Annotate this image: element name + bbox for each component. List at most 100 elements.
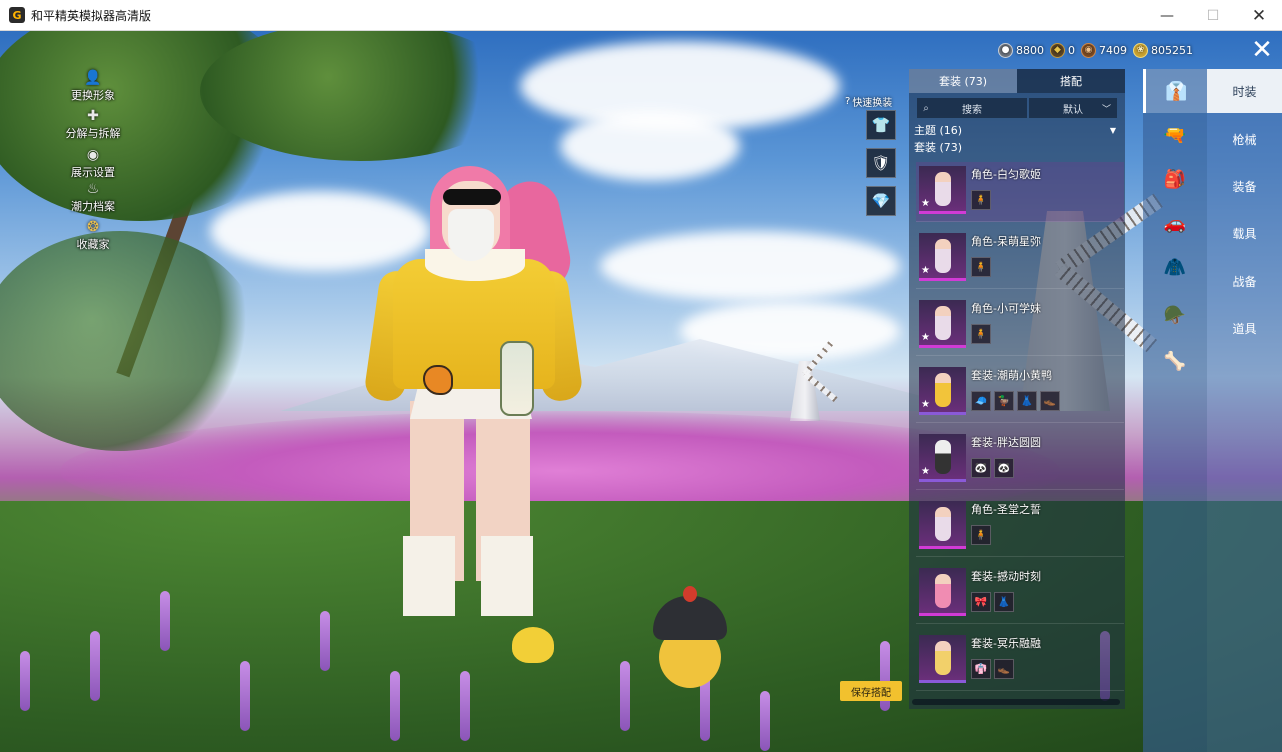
combat-gear-icon[interactable]: 🪖: [1143, 293, 1207, 337]
piece-icon[interactable]: 👗: [1017, 391, 1037, 411]
character-figure: [935, 239, 951, 273]
equipment-icon[interactable]: 🎒: [1143, 157, 1207, 201]
panel-scrollbar[interactable]: [912, 699, 1120, 705]
menu-label: 潮力档案: [71, 200, 115, 213]
category-combat[interactable]: 战备: [1207, 259, 1282, 303]
quick-emblem-button[interactable]: 🛡: [866, 148, 896, 178]
quick-change-label[interactable]: ? 快速换装: [845, 94, 892, 109]
tab-combinations[interactable]: 搭配: [1017, 69, 1125, 93]
category-props[interactable]: 道具: [1207, 306, 1282, 350]
close-icon[interactable]: ✕: [1243, 35, 1281, 65]
item-thumbnail: [919, 635, 966, 683]
list-item[interactable]: 套装-撼动时刻 🎀 👗: [916, 564, 1124, 624]
collector-badge-icon: ❂: [87, 219, 99, 235]
star-icon: ★: [921, 198, 930, 209]
item-name: 套装-潮萌小黄鸭: [971, 369, 1052, 382]
currency-value: 7409: [1099, 43, 1127, 57]
chevron-down-icon: ﹀: [1101, 104, 1111, 115]
window-close-button[interactable]: ✕: [1236, 0, 1282, 31]
menu-trend-archive[interactable]: ♨ 潮力档案: [58, 181, 128, 214]
menu-display-settings[interactable]: ◉ 展示设置: [58, 147, 128, 180]
sort-dropdown[interactable]: 默认 ﹀: [1029, 98, 1117, 118]
section-label: 套装 (73): [914, 141, 963, 154]
piece-icon[interactable]: 👗: [994, 592, 1014, 612]
piece-icon[interactable]: 🧍: [971, 257, 991, 277]
item-thumbnail: ★: [919, 367, 966, 415]
outfit-hanger-icon[interactable]: 👔: [1143, 69, 1207, 113]
menu-decompose[interactable]: ✚ 分解与拆解: [58, 108, 128, 141]
menu-collector[interactable]: ❂ 收藏家: [58, 219, 128, 252]
menu-change-appearance[interactable]: 👤 更换形象: [58, 70, 128, 103]
category-guns[interactable]: 枪械: [1207, 117, 1282, 161]
piece-icon[interactable]: 👞: [1040, 391, 1060, 411]
list-item[interactable]: 套装-冥乐融融 👘 👞: [916, 631, 1124, 691]
list-item[interactable]: ★ 套装-潮萌小黄鸭 🧢 🦆 👗 👞: [916, 363, 1124, 423]
category-rail: 时装 枪械 装备 载具 战备 道具: [1207, 69, 1282, 752]
list-item[interactable]: ★ 角色-白匀歌姬 🧍: [916, 162, 1124, 222]
lavender-flower: [460, 671, 470, 741]
section-outfits[interactable]: 套装 (73): [914, 140, 1120, 156]
category-fashion[interactable]: 时装: [1207, 69, 1282, 113]
item-pieces: 🎀 👗: [971, 592, 1014, 612]
item-pieces: 🧢 🦆 👗 👞: [971, 391, 1060, 411]
piece-icon[interactable]: 🧍: [971, 324, 991, 344]
puzzle-icon: ✚: [87, 108, 99, 124]
panel-tabs: 套装 (73) 搭配: [909, 69, 1125, 93]
piece-icon[interactable]: 🐼: [971, 458, 991, 478]
piece-icon[interactable]: 👘: [971, 659, 991, 679]
list-item[interactable]: ★ 角色-呆萌星弥 🧍: [916, 229, 1124, 289]
chick-pet: [653, 586, 727, 691]
duck-slipper: [512, 627, 554, 663]
tab-outfits[interactable]: 套装 (73): [909, 69, 1017, 93]
piece-icon[interactable]: 🦆: [994, 391, 1014, 411]
quick-gem-button[interactable]: 💎: [866, 186, 896, 216]
piece-icon[interactable]: 🧍: [971, 525, 991, 545]
gold-coin-icon: ❀: [1133, 42, 1148, 58]
star-icon: ★: [921, 265, 930, 276]
person-icon: 👤: [84, 70, 102, 86]
character-socks: [403, 536, 533, 616]
currency-value: 8800: [1016, 43, 1044, 57]
character-figure: [935, 641, 951, 675]
lavender-flower: [90, 631, 100, 701]
search-input[interactable]: ⌕ 搜索: [917, 98, 1027, 118]
piece-icon[interactable]: 👞: [994, 659, 1014, 679]
piece-icon[interactable]: 🐼: [994, 458, 1014, 478]
flame-icon: ♨: [86, 181, 100, 197]
list-item[interactable]: ★ 角色-小可学妹 🧍: [916, 296, 1124, 356]
save-outfit-button[interactable]: 保存搭配: [840, 681, 902, 701]
character-beard: [448, 209, 494, 261]
window-titlebar: G 和平精英模拟器高清版 — ☐ ✕: [0, 0, 1282, 31]
vehicle-icon[interactable]: 🚗: [1143, 201, 1207, 245]
character-figure: [935, 172, 951, 206]
currency-bronze: ◉ 7409: [1081, 42, 1127, 58]
gun-skin-icon[interactable]: 🔫: [1143, 113, 1207, 157]
minimize-button[interactable]: —: [1144, 0, 1190, 31]
item-props-icon[interactable]: 🦴: [1143, 339, 1207, 383]
eye-icon: ◉: [86, 147, 100, 163]
section-label: 主题 (16): [914, 124, 963, 137]
lavender-flower: [760, 691, 770, 751]
currency-value: 0: [1068, 43, 1075, 57]
window-title: 和平精英模拟器高清版: [31, 8, 152, 23]
item-name: 角色-小可学妹: [971, 302, 1041, 315]
character-water-bottle: [500, 341, 534, 416]
clothing-icon[interactable]: 🧥: [1143, 245, 1207, 289]
category-vehicles[interactable]: 载具: [1207, 211, 1282, 255]
star-icon: ★: [921, 332, 930, 343]
piece-icon[interactable]: 🎀: [971, 592, 991, 612]
quick-outfit-button[interactable]: 👕: [866, 110, 896, 140]
currency-bar: ● 8800 ◆ 0 ◉ 7409 ❀ 805251: [998, 41, 1193, 59]
character-sunglasses: [443, 189, 501, 205]
list-item[interactable]: 角色-圣堂之誓 🧍: [916, 497, 1124, 557]
item-thumbnail: ★: [919, 166, 966, 214]
item-name: 角色-圣堂之誓: [971, 503, 1041, 516]
shirt-icon: 👕: [871, 116, 891, 134]
piece-icon[interactable]: 🧢: [971, 391, 991, 411]
list-item[interactable]: ★ 套装-胖达圆圆 🐼 🐼: [916, 430, 1124, 490]
category-equipment[interactable]: 装备: [1207, 164, 1282, 208]
section-theme[interactable]: 主题 (16) ▼: [914, 123, 1120, 139]
maximize-button[interactable]: ☐: [1190, 0, 1236, 31]
character-figure: [935, 373, 951, 407]
piece-icon[interactable]: 🧍: [971, 190, 991, 210]
